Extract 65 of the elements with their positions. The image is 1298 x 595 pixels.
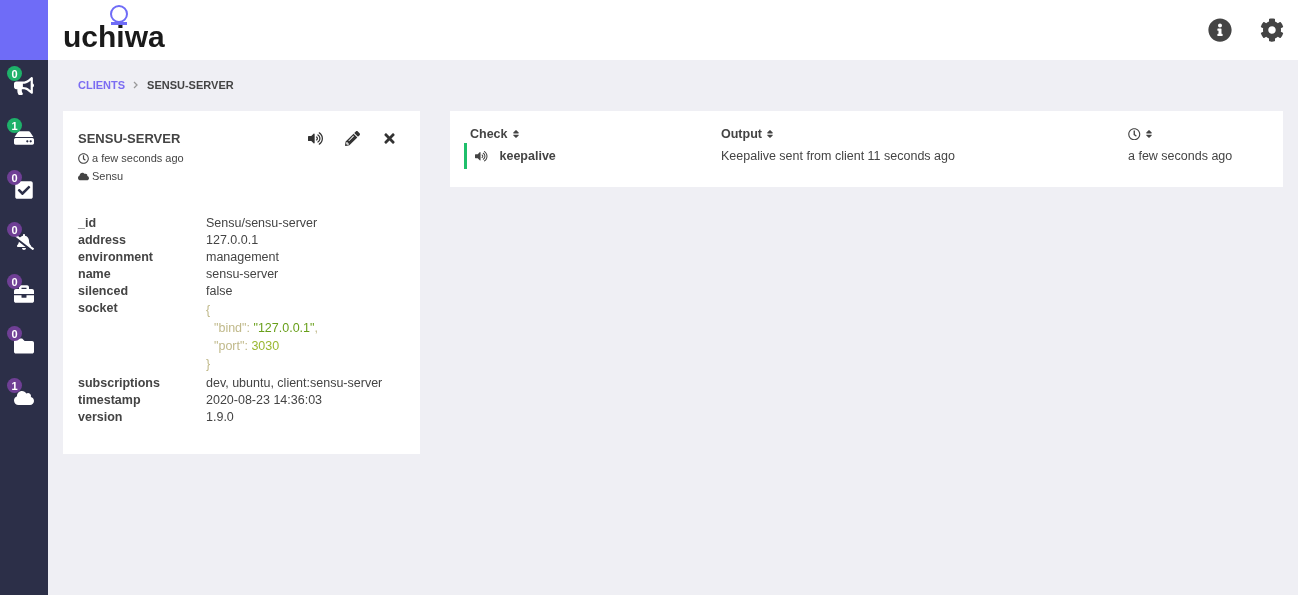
cloud-icon [78,170,89,182]
count-badge: 0 [7,326,22,341]
hard-drive-icon [14,128,34,148]
attribute-key: _id [78,216,206,230]
attribute-key: address [78,233,206,247]
attribute-value: sensu-server [206,267,280,281]
json-brace: } [206,357,211,371]
clock-icon [1128,127,1141,141]
check-name: keepalive [499,149,556,163]
attribute-key: silenced [78,284,206,298]
client-name: SENSU-SERVER [78,131,182,146]
info-icon[interactable] [1208,18,1232,42]
attribute-value: 127.0.0.1 [206,233,260,247]
attribute-key: socket [78,301,206,373]
json-entry: "port": 3030 [214,339,280,353]
last-seen: a few seconds ago [92,152,184,164]
attribute-value: 1.9.0 [206,410,235,424]
count-badge: 0 [7,222,22,237]
attribute-key: environment [78,250,206,264]
column-header[interactable]: Output [715,125,1122,143]
silence-icon[interactable] [475,149,488,163]
sort-icon [1143,129,1154,139]
check-cell[interactable]: keepalive [464,143,715,169]
column-header[interactable]: Check [464,125,715,143]
settings-icon[interactable] [1260,18,1284,42]
count-badge: 0 [7,66,22,81]
json-entry: "bind": "127.0.0.1", [214,321,318,335]
checkbox-icon [14,180,34,200]
attribute-value: management [206,250,280,264]
count-badge: 1 [7,378,22,393]
output-cell-text: Keepalive sent from client 11 seconds ago [720,148,956,165]
time-cell-text: a few seconds ago [1127,148,1234,165]
attribute-value: dev, ubuntu, client:sensu-server [206,376,384,390]
breadcrumb-current: SENSU-SERVER [147,79,234,91]
silence-icon[interactable] [308,131,323,146]
sidebar-item[interactable]: 0 [0,216,48,268]
attribute-key: timestamp [78,393,206,407]
chevron-icon [133,81,140,89]
sidebar-item[interactable]: 0 [0,164,48,216]
megaphone-icon [14,76,34,96]
attribute-key: version [78,410,206,424]
logo-text: uchiwa [63,20,165,53]
attribute-key: subscriptions [78,376,206,390]
sidebar-item[interactable]: 1 [0,372,48,424]
attribute-value: 2020-08-23 14:36:03 [206,393,324,407]
close-icon[interactable] [382,131,397,146]
sidebar-header [0,0,48,60]
edit-icon[interactable] [345,131,360,146]
datacenter-label: Sensu [92,170,124,182]
sort-icon [510,129,521,139]
sidebar-item[interactable]: 0 [0,268,48,320]
sidebar-item[interactable]: 0 [0,320,48,372]
count-badge: 0 [7,274,22,289]
count-badge: 0 [7,170,22,185]
json-brace: { [206,303,211,317]
folder-icon [14,336,34,356]
attribute-value: false [206,284,234,298]
bell-slash-icon [14,232,34,252]
cloud-icon [14,388,34,408]
count-badge: 1 [7,118,22,133]
sort-icon [764,129,775,139]
attribute-value: Sensu/sensu-server [206,216,319,230]
clock-icon [78,152,89,164]
attribute-key: name [78,267,206,281]
briefcase-icon [14,284,34,304]
